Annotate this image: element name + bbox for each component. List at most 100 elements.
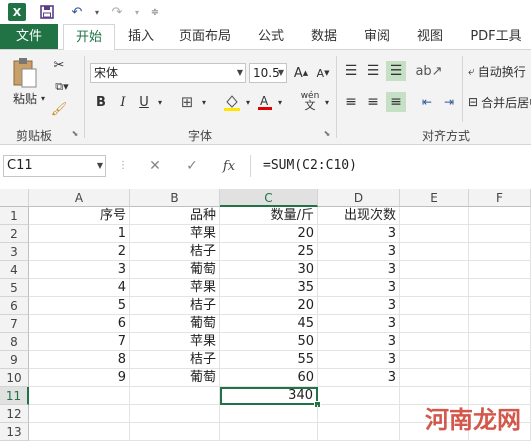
tab-data[interactable]: 数据 <box>303 24 345 49</box>
table-cell[interactable]: 30 <box>220 261 318 279</box>
table-cell[interactable]: 3 <box>318 261 400 279</box>
empty-cell[interactable] <box>469 333 531 351</box>
empty-cell[interactable] <box>400 261 469 279</box>
empty-cell[interactable] <box>469 261 531 279</box>
enter-icon[interactable]: ✓ <box>183 157 201 175</box>
bold-button[interactable]: B <box>92 93 110 111</box>
table-cell[interactable]: 60 <box>220 369 318 387</box>
empty-cell[interactable] <box>469 351 531 369</box>
row-header[interactable]: 3 <box>0 243 29 261</box>
undo-icon[interactable]: ↶ <box>68 3 86 21</box>
align-top-icon[interactable]: ☰ <box>342 62 360 80</box>
empty-cell[interactable] <box>318 387 400 405</box>
empty-cell[interactable] <box>130 423 220 441</box>
table-cell[interactable]: 25 <box>220 243 318 261</box>
table-cell[interactable]: 8 <box>29 351 130 369</box>
table-cell[interactable]: 苹果 <box>130 279 220 297</box>
table-cell[interactable]: 苹果 <box>130 225 220 243</box>
header-cell[interactable]: 出现次数 <box>318 207 400 225</box>
table-cell[interactable]: 桔子 <box>130 297 220 315</box>
row-header[interactable]: 1 <box>0 207 29 225</box>
empty-cell[interactable] <box>469 207 531 225</box>
table-cell[interactable]: 20 <box>220 297 318 315</box>
table-cell[interactable]: 6 <box>29 315 130 333</box>
empty-cell[interactable] <box>469 279 531 297</box>
align-center-icon[interactable]: ≡ <box>364 93 382 111</box>
cancel-icon[interactable]: ✕ <box>146 157 164 175</box>
table-cell[interactable]: 20 <box>220 225 318 243</box>
save-icon[interactable] <box>38 3 56 21</box>
align-left-icon[interactable]: ≡ <box>342 93 360 111</box>
paste-icon[interactable] <box>10 56 40 90</box>
table-cell[interactable]: 3 <box>318 315 400 333</box>
select-all-corner[interactable] <box>0 189 29 207</box>
column-header-c[interactable]: C <box>220 189 318 207</box>
table-cell[interactable]: 4 <box>29 279 130 297</box>
table-cell[interactable]: 3 <box>318 297 400 315</box>
orientation-icon[interactable]: ab↗ <box>415 62 442 80</box>
empty-cell[interactable] <box>469 243 531 261</box>
empty-cell[interactable] <box>29 423 130 441</box>
table-cell[interactable]: 50 <box>220 333 318 351</box>
font-name-select[interactable]: 宋体 ▼ <box>90 63 246 83</box>
table-cell[interactable]: 35 <box>220 279 318 297</box>
font-color-icon[interactable]: A <box>256 92 274 112</box>
resize-handle-icon[interactable]: ⋮ <box>118 158 128 174</box>
empty-cell[interactable] <box>29 405 130 423</box>
format-painter-icon[interactable]: 🖌 <box>50 100 68 118</box>
font-launcher-icon[interactable]: ⬊ <box>322 127 332 139</box>
table-cell[interactable]: 1 <box>29 225 130 243</box>
grow-font-icon[interactable]: A ▲ <box>292 64 310 82</box>
formula-input[interactable]: =SUM(C2:C10) <box>250 155 531 177</box>
customize-icon[interactable]: ≑ <box>146 3 164 21</box>
paste-button[interactable]: 粘贴 <box>8 90 42 106</box>
align-right-icon[interactable]: ≡ <box>386 92 406 112</box>
table-cell[interactable]: 55 <box>220 351 318 369</box>
empty-cell[interactable] <box>220 405 318 423</box>
empty-cell[interactable] <box>469 225 531 243</box>
column-header-d[interactable]: D <box>318 189 400 207</box>
underline-dropdown-icon[interactable]: ▾ <box>155 93 165 111</box>
copy-icon[interactable]: ⧉▾ <box>50 78 74 96</box>
redo-dropdown-icon[interactable]: ▾ <box>128 3 146 21</box>
table-cell[interactable]: 桔子 <box>130 351 220 369</box>
empty-cell[interactable] <box>400 207 469 225</box>
align-middle-icon[interactable]: ☰ <box>364 62 382 80</box>
tab-formulas[interactable]: 公式 <box>250 24 292 49</box>
empty-cell[interactable] <box>318 423 400 441</box>
row-header[interactable]: 2 <box>0 225 29 243</box>
row-header[interactable]: 11 <box>0 387 29 405</box>
border-dropdown-icon[interactable]: ▾ <box>199 93 209 111</box>
empty-cell[interactable] <box>400 315 469 333</box>
paste-dropdown-icon[interactable]: ▾ <box>38 90 48 106</box>
column-header-e[interactable]: E <box>400 189 469 207</box>
row-header[interactable]: 12 <box>0 405 29 423</box>
phonetic-dropdown-icon[interactable]: ▾ <box>322 93 332 111</box>
empty-cell[interactable] <box>400 333 469 351</box>
empty-cell[interactable] <box>400 225 469 243</box>
increase-indent-icon[interactable]: ⇥ <box>440 93 458 111</box>
table-cell[interactable]: 9 <box>29 369 130 387</box>
table-cell[interactable]: 葡萄 <box>130 369 220 387</box>
empty-cell[interactable] <box>469 315 531 333</box>
italic-button[interactable]: I <box>114 93 132 111</box>
column-header-f[interactable]: F <box>469 189 531 207</box>
table-cell[interactable]: 葡萄 <box>130 315 220 333</box>
row-header[interactable]: 6 <box>0 297 29 315</box>
tab-view[interactable]: 视图 <box>409 24 451 49</box>
font-size-select[interactable]: 10.5 ▼ <box>249 63 287 83</box>
table-cell[interactable]: 2 <box>29 243 130 261</box>
shrink-font-icon[interactable]: A ▼ <box>314 64 332 82</box>
tab-home[interactable]: 开始 <box>63 24 115 51</box>
align-bottom-icon[interactable]: ☰ <box>386 61 406 81</box>
table-cell[interactable]: 3 <box>318 279 400 297</box>
table-cell[interactable]: 3 <box>318 243 400 261</box>
column-header-b[interactable]: B <box>130 189 220 207</box>
table-cell[interactable]: 7 <box>29 333 130 351</box>
decrease-indent-icon[interactable]: ⇤ <box>418 93 436 111</box>
empty-cell[interactable] <box>130 405 220 423</box>
row-header[interactable]: 13 <box>0 423 29 441</box>
fill-color-icon[interactable] <box>222 92 242 112</box>
table-cell[interactable]: 45 <box>220 315 318 333</box>
empty-cell[interactable] <box>400 297 469 315</box>
